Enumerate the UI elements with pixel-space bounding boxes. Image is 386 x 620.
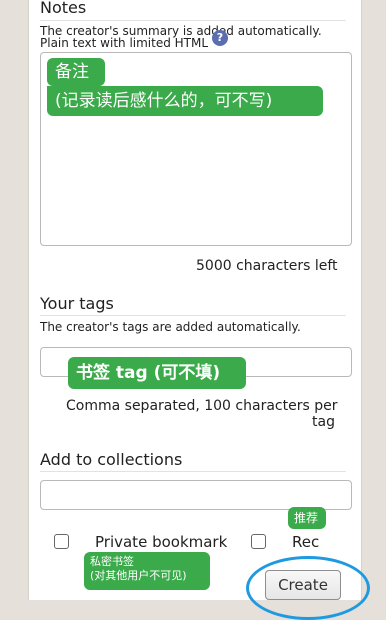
rec-label: Rec (292, 533, 320, 551)
notes-divider (40, 20, 346, 21)
rec-annotation: 推荐 (288, 507, 326, 529)
collections-heading: Add to collections (40, 450, 183, 469)
private-checkbox[interactable] (54, 534, 69, 549)
tags-help-line1: Comma separated, 100 characters per (66, 398, 338, 414)
private-annotation-desc: (对其他用户不可见) (90, 569, 187, 582)
notes-hint-html: Plain text with limited HTML (40, 36, 209, 50)
tags-annotation: 书签 tag (可不填) (68, 357, 246, 389)
tags-heading: Your tags (40, 294, 114, 313)
rec-checkbox[interactable] (251, 534, 266, 549)
notes-annotation-desc: (记录读后感什么的，可不写) (47, 86, 323, 116)
tags-hint: The creator's tags are added automatical… (40, 320, 301, 334)
collections-divider (40, 471, 346, 472)
collections-input[interactable] (40, 480, 352, 510)
tags-divider (40, 315, 346, 316)
notes-char-count: 5000 characters left (196, 258, 338, 274)
private-annotation: 私密书签 (对其他用户不可见) (84, 552, 210, 590)
help-icon[interactable]: ? (212, 30, 228, 46)
create-button[interactable]: Create (265, 570, 341, 600)
notes-heading: Notes (40, 0, 87, 17)
notes-annotation-title: 备注 (47, 58, 105, 86)
private-annotation-title: 私密书签 (90, 555, 134, 568)
private-label: Private bookmark (95, 533, 228, 551)
tags-help-line2: tag (312, 414, 335, 430)
